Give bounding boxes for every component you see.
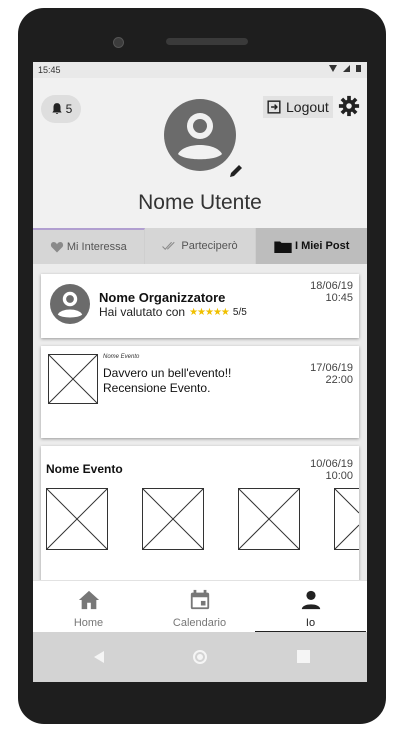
image-placeholder[interactable] — [46, 488, 108, 550]
avatar[interactable] — [164, 99, 236, 171]
posts-feed[interactable]: Nome Organizzatore Hai valutato con ★★★★… — [33, 264, 367, 580]
person-icon — [301, 590, 320, 610]
image-placeholder[interactable] — [238, 488, 300, 550]
logout-label: Logout — [286, 99, 329, 115]
bell-icon — [51, 103, 62, 114]
calendar-icon — [190, 589, 209, 610]
image-placeholder[interactable] — [334, 488, 359, 550]
rating-score: 5/5 — [232, 306, 247, 318]
gear-icon[interactable] — [338, 95, 360, 117]
organizer-name: Nome Organizzatore — [99, 290, 226, 305]
nav-label: Calendario — [172, 617, 227, 629]
folder-icon — [274, 240, 292, 253]
nav-io[interactable]: Io — [255, 581, 366, 633]
wifi-icon — [329, 64, 337, 72]
speaker-grille — [166, 38, 248, 45]
review-card[interactable]: Nome Evento Davvero un bell'evento!! Rec… — [41, 346, 359, 438]
nav-label: Home — [73, 617, 104, 629]
time: 22:00 — [325, 374, 353, 386]
review-message: Davvero un bell'evento!! — [103, 366, 232, 380]
post-date: 18/06/19 10:45 — [310, 280, 353, 304]
camera-icon — [113, 37, 124, 48]
star-rating-icon: ★★★★★ — [189, 306, 230, 318]
organizer-rating-card[interactable]: Nome Organizzatore Hai valutato con ★★★★… — [41, 274, 359, 338]
tab-label: Mi Interessa — [66, 241, 127, 253]
nav-label: Io — [305, 617, 316, 629]
username: Nome Utente — [138, 191, 262, 214]
nav-home[interactable]: Home — [33, 581, 144, 633]
home-icon — [78, 590, 99, 610]
tab-parteciperò[interactable]: Parteciperò — [145, 228, 257, 264]
organizer-avatar — [50, 284, 90, 324]
tab-label: I Miei Post — [294, 240, 350, 252]
signal-icon — [343, 64, 350, 72]
image-placeholder — [48, 354, 98, 404]
bottom-navigation: Home Calendario Io — [33, 580, 367, 633]
tab-label: Parteciperò — [181, 240, 238, 252]
time: 10:00 — [325, 470, 353, 482]
event-name-small: Nome Evento — [103, 354, 140, 360]
date: 18/06/19 — [310, 280, 353, 292]
status-time: 15:45 — [38, 65, 61, 75]
status-icons — [329, 64, 361, 72]
status-bar: 15:45 — [33, 62, 367, 78]
system-nav-bar — [33, 632, 367, 682]
screen: 15:45 5 Logout Nome Utente Mi Interessa … — [33, 62, 367, 682]
tab-bar: Mi Interessa Parteciperò I Miei Post — [33, 228, 367, 264]
date: 17/06/19 — [310, 362, 353, 374]
home-circle-icon[interactable] — [192, 649, 208, 665]
recent-apps-icon[interactable] — [297, 650, 310, 663]
tab-mi-interessa[interactable]: Mi Interessa — [33, 228, 145, 264]
logout-icon — [267, 100, 281, 114]
image-placeholder[interactable] — [142, 488, 204, 550]
nav-calendario[interactable]: Calendario — [144, 581, 255, 633]
notifications-count: 5 — [65, 102, 73, 116]
edit-pencil-icon[interactable] — [228, 163, 244, 179]
battery-icon — [356, 65, 361, 72]
event-card[interactable]: Nome Evento 10/06/19 10:00 — [41, 446, 359, 580]
date: 10/06/19 — [310, 458, 353, 470]
rating-line: Hai valutato con ★★★★★ 5/5 — [99, 305, 247, 319]
heart-icon — [50, 242, 63, 253]
double-check-icon — [162, 241, 176, 250]
logout-button[interactable]: Logout — [263, 96, 333, 118]
tab-i-miei-post[interactable]: I Miei Post — [256, 228, 367, 264]
event-title: Nome Evento — [46, 462, 123, 476]
time: 10:45 — [325, 292, 353, 304]
review-body: Davvero un bell'evento!! Recensione Even… — [103, 366, 231, 396]
review-subtitle: Recensione Evento. — [103, 381, 211, 395]
post-date: 10/06/19 10:00 — [310, 458, 353, 482]
rating-text: Hai valutato con — [99, 305, 186, 319]
post-date: 17/06/19 22:00 — [310, 362, 353, 386]
profile-header: 5 Logout Nome Utente — [33, 78, 367, 228]
notifications-button[interactable]: 5 — [41, 95, 81, 123]
back-icon[interactable] — [93, 651, 105, 663]
